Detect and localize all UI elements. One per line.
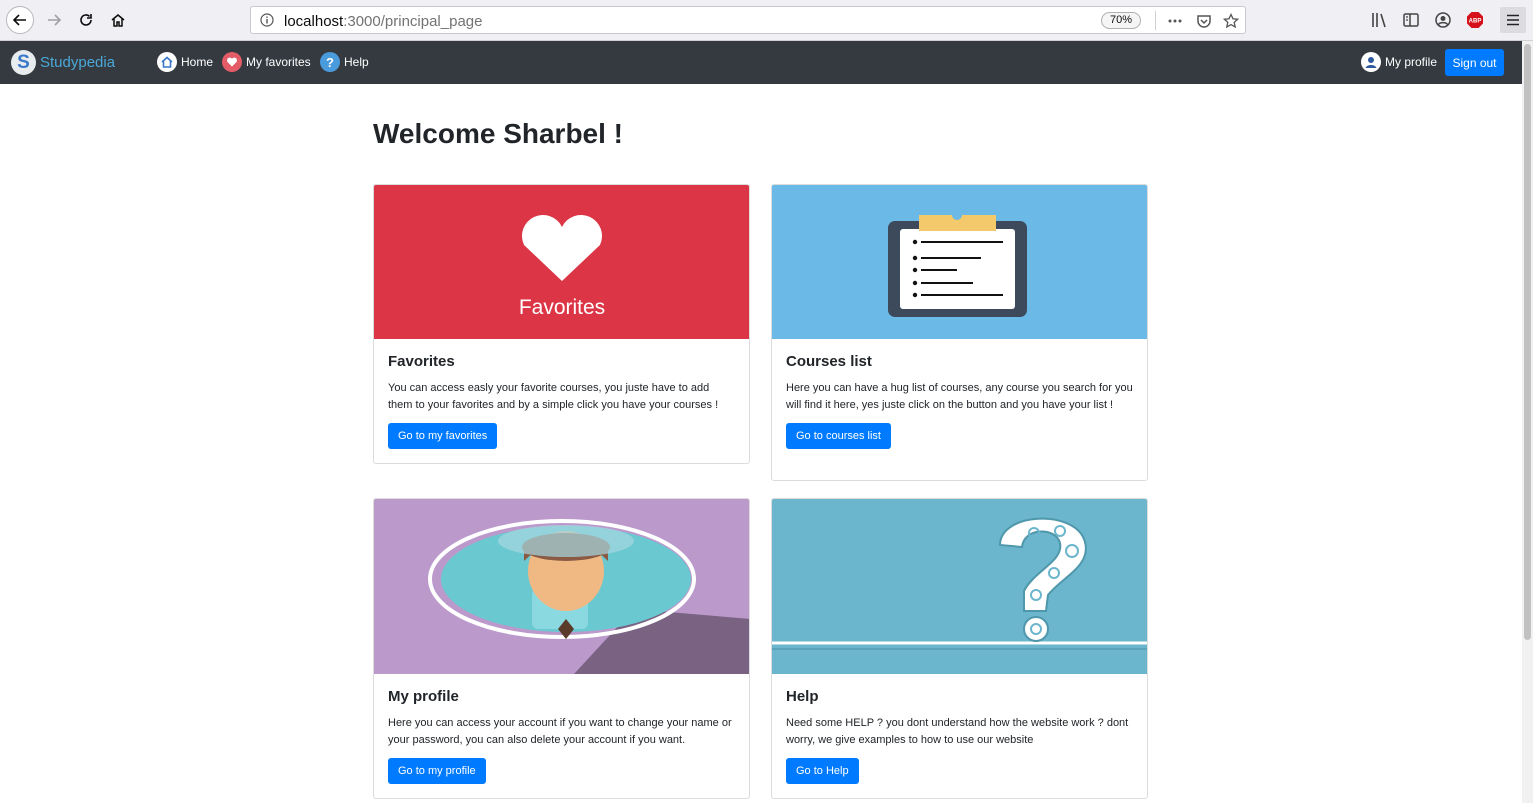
home-icon (157, 52, 177, 72)
go-to-courses-button[interactable]: Go to courses list (786, 423, 891, 449)
browser-toolbar: localhost:3000/principal_page 70% ABP (0, 0, 1533, 41)
url-path: :3000/principal_page (343, 13, 483, 30)
favorites-image-text: Favorites (519, 296, 605, 319)
question-mark-icon (772, 517, 1147, 650)
nav-help-label: Help (344, 55, 369, 69)
card-title: My profile (388, 688, 459, 705)
sign-out-button[interactable]: Sign out (1445, 49, 1504, 76)
card-title: Help (786, 688, 819, 705)
reload-icon (80, 14, 92, 26)
nav-home[interactable]: Home (157, 52, 213, 72)
more-actions-icon[interactable] (1167, 13, 1183, 29)
help-card: Help Need some HELP ? you dont understan… (771, 498, 1148, 799)
profile-card: My profile Here you can access your acco… (373, 498, 750, 799)
app-navbar: S Studypedia Home My favorites ? Help My… (0, 41, 1522, 84)
svg-text:ABP: ABP (1469, 19, 1482, 25)
hamburger-icon (1507, 14, 1519, 26)
brand-link[interactable]: S Studypedia (11, 50, 115, 75)
nav-favorites[interactable]: My favorites (222, 52, 311, 72)
home-button[interactable] (104, 6, 132, 34)
url-host: localhost (284, 13, 344, 30)
nav-help[interactable]: ? Help (320, 52, 369, 72)
house-icon (111, 14, 125, 27)
card-text: Need some HELP ? you dont understand how… (786, 717, 1129, 746)
reload-button[interactable] (72, 6, 100, 34)
nav-profile-label: My profile (1385, 55, 1438, 69)
help-image (772, 499, 1147, 674)
card-text: Here you can access your account if you … (388, 717, 732, 746)
question-icon: ? (320, 52, 340, 72)
page-title: Welcome Sharbel ! (373, 118, 624, 149)
divider (1155, 11, 1156, 30)
courses-card: Courses list Here you can have a hug lis… (771, 184, 1148, 481)
menu-button[interactable] (1500, 7, 1526, 33)
brand-logo: S (11, 50, 36, 75)
card-text: Here you can have a hug list of courses,… (786, 382, 1133, 411)
heart-icon (222, 52, 242, 72)
bookmark-star-icon[interactable] (1223, 13, 1239, 29)
clipboard-icon (888, 210, 1027, 317)
go-to-help-button[interactable]: Go to Help (786, 758, 859, 784)
heart-icon: Favorites (519, 214, 605, 319)
info-icon[interactable] (260, 13, 274, 27)
go-to-favorites-button[interactable]: Go to my favorites (388, 423, 498, 449)
go-to-profile-button[interactable]: Go to my profile (388, 758, 486, 784)
url-text[interactable]: localhost:3000/principal_page (284, 13, 482, 30)
avatar-icon (428, 519, 749, 674)
account-icon[interactable] (1434, 11, 1452, 29)
scrollbar-thumb[interactable] (1524, 44, 1531, 640)
back-button[interactable] (6, 6, 34, 34)
brand-name: Studypedia (40, 54, 116, 71)
nav-home-label: Home (181, 55, 214, 69)
favorites-image: Favorites (374, 185, 749, 339)
favorites-card: Favorites Favorites You can access easly… (373, 184, 750, 464)
forward-button[interactable] (40, 6, 68, 34)
user-icon (1361, 52, 1381, 72)
card-title: Favorites (388, 353, 455, 370)
arrow-right-icon (48, 14, 62, 26)
card-title: Courses list (786, 353, 872, 370)
courses-image (772, 185, 1147, 339)
card-text: You can access easly your favorite cours… (388, 382, 719, 411)
adblock-icon[interactable]: ABP (1466, 11, 1484, 29)
sidebar-icon[interactable] (1402, 11, 1420, 29)
pocket-icon[interactable] (1196, 13, 1212, 29)
library-icon[interactable] (1370, 11, 1388, 29)
zoom-level[interactable]: 70% (1101, 12, 1142, 29)
nav-profile[interactable]: My profile (1361, 52, 1437, 72)
nav-favorites-label: My favorites (246, 55, 311, 69)
svg-text:?: ? (326, 55, 334, 69)
profile-image (374, 499, 749, 674)
url-bar[interactable]: localhost:3000/principal_page 70% (250, 6, 1246, 34)
arrow-left-icon (12, 14, 26, 26)
